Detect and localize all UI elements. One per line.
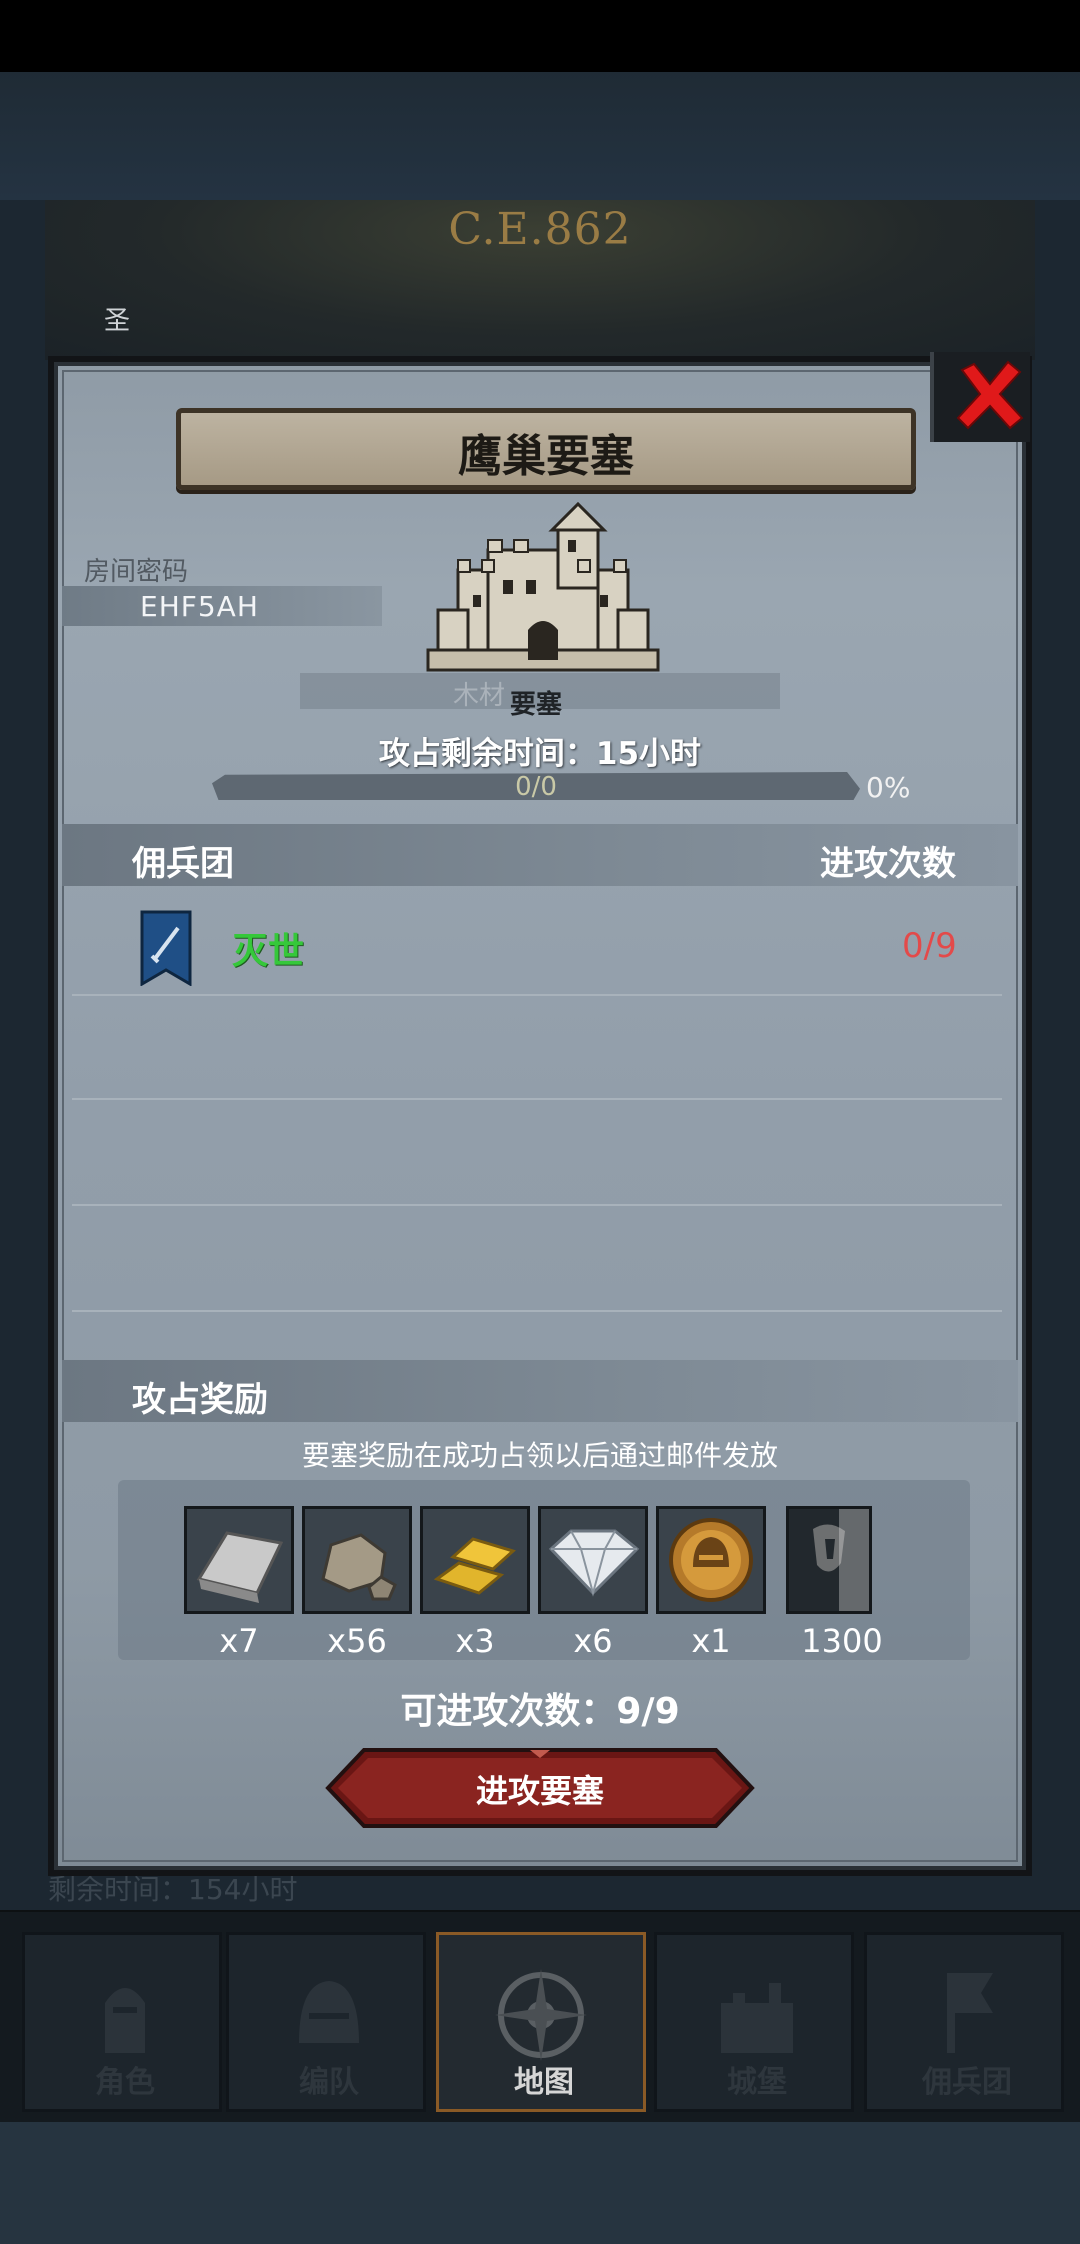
reward-quantity: 1300 [801,1622,883,1660]
fortress-type-ghost: 木材 [453,681,506,711]
year-display: C.E.862 [448,204,632,255]
capture-progress-percent: 0% [866,771,911,804]
fortress-castle-icon [418,500,668,675]
tab-formation[interactable]: 编队 [226,1932,426,2112]
fortress-type-label: 要塞 [510,690,563,720]
castle-icon [721,1983,793,2053]
capture-progress-text: 0/0 [515,772,557,802]
mercenary-name: 灭世 [232,931,305,972]
reward-quantity: x7 [219,1622,259,1660]
capture-remaining-time: 攻占剩余时间：15小时 [378,736,702,772]
tab-mercenary[interactable]: 佣兵团 [864,1932,1064,2112]
iron-ingot-icon[interactable] [184,1506,294,1614]
reward-quantity: x1 [691,1622,731,1660]
mercenary-banner-icon[interactable] [786,1506,872,1614]
tab-label: 地图 [514,2065,574,2100]
reward-quantity: x6 [573,1622,613,1660]
row-divider [72,1098,1002,1100]
attack-fortress-label: 进攻要塞 [475,1772,604,1810]
mercenary-row[interactable] [62,890,1018,994]
reward-quantity: x3 [455,1622,495,1660]
row-divider [72,994,1002,996]
reward-note: 要塞奖励在成功占领以后通过邮件发放 [301,1439,778,1472]
tab-label: 城堡 [727,2065,787,2100]
compass-icon [495,1969,587,2061]
background-side-label: 圣 [104,306,131,336]
row-divider [72,1204,1002,1206]
flag-icon [947,1973,993,2053]
close-button[interactable] [930,352,1030,442]
mercenary-attack-count: 0/9 [902,926,957,966]
tab-label: 角色 [95,2065,155,2100]
room-code-label: 房间密码 [84,557,189,587]
helmet-icon [299,1981,359,2043]
tab-map[interactable]: 地图 [436,1932,646,2112]
bottom-background [0,2122,1080,2244]
mercenary-banner-icon [140,910,192,987]
modal-title: 鹰巢要塞 [458,431,634,482]
row-divider [72,1310,1002,1312]
status-bar [0,0,1080,72]
reward-quantity: x56 [327,1622,387,1660]
helmet-medal-icon[interactable] [656,1506,766,1614]
stone-icon[interactable] [302,1506,412,1614]
tab-label: 佣兵团 [922,2065,1012,2100]
available-attack-count: 可进攻次数：9/9 [400,1691,680,1732]
top-background [0,72,1080,200]
tab-castle[interactable]: 城堡 [654,1932,854,2112]
tab-character[interactable]: 角色 [22,1932,222,2112]
room-code[interactable]: EHF5AH [140,590,259,623]
tab-label: 编队 [299,2065,359,2100]
knight-icon [105,1988,145,2053]
attack-count-column-label: 进攻次数 [820,844,956,884]
reward-title: 攻占奖励 [132,1380,268,1420]
mercenary-column-label: 佣兵团 [132,844,234,884]
gold-bars-icon[interactable] [420,1506,530,1614]
diamond-icon[interactable] [538,1506,648,1614]
close-icon [956,360,1024,430]
